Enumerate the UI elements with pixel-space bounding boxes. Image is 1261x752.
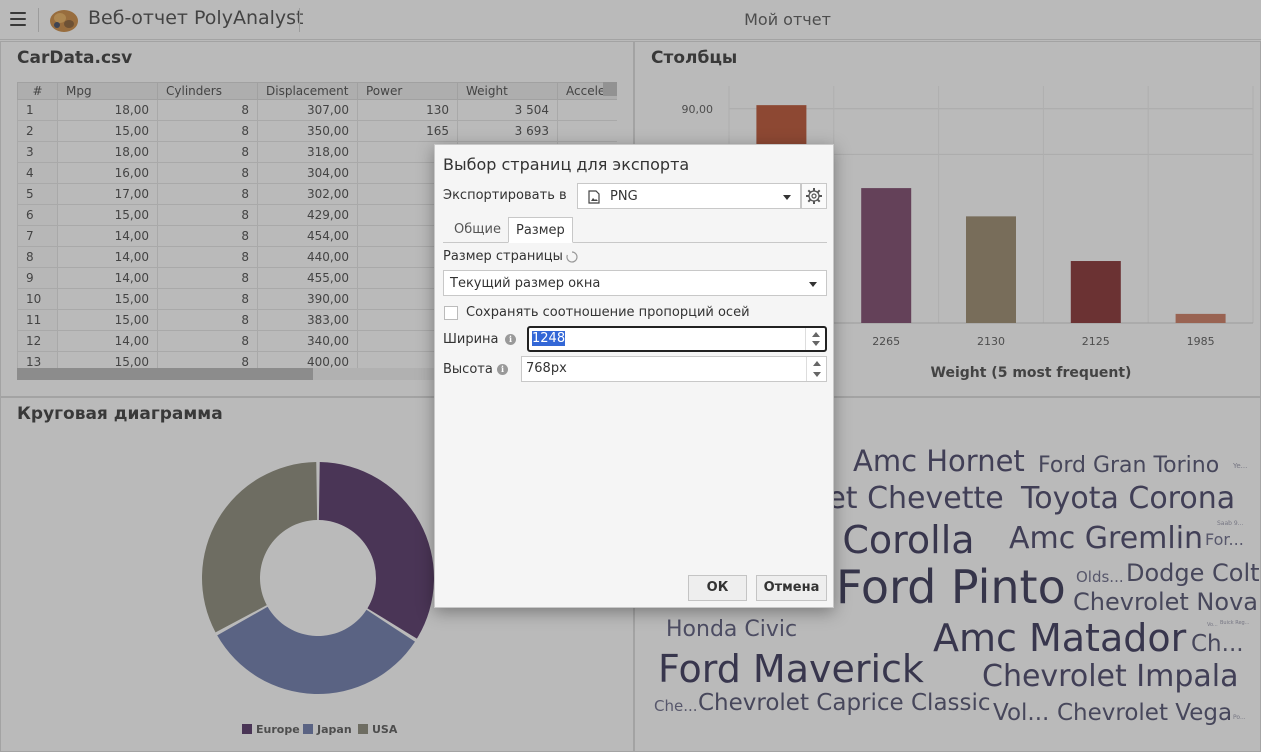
keep-ratio-checkbox[interactable]: [444, 306, 458, 320]
dialog-title: Выбор страниц для экспорта: [443, 155, 690, 174]
chevron-down-icon: [809, 282, 817, 287]
tab-size[interactable]: Размер: [508, 217, 573, 243]
image-file-icon: [588, 190, 600, 204]
height-input[interactable]: 768px: [521, 356, 827, 382]
export-format-value: PNG: [610, 189, 638, 204]
export-label: Экспортировать в: [443, 188, 567, 203]
info-icon[interactable]: i: [497, 364, 508, 375]
page-size-label: Размер страницы: [443, 249, 563, 264]
loading-spinner-icon: [566, 251, 578, 263]
page-size-value: Текущий размер окна: [450, 276, 601, 291]
info-icon[interactable]: i: [505, 334, 516, 345]
page-size-select[interactable]: Текущий размер окна: [443, 270, 827, 296]
gear-icon: [806, 188, 822, 204]
export-format-select[interactable]: PNG: [577, 183, 801, 209]
width-stepper[interactable]: [805, 328, 825, 350]
height-value: 768px: [526, 361, 567, 376]
chevron-down-icon: [783, 195, 791, 200]
keep-ratio-label: Сохранять соотношение пропорций осей: [466, 305, 750, 320]
tab-general[interactable]: Общие: [447, 217, 508, 243]
height-label: Высота: [443, 362, 493, 377]
export-dialog: Выбор страниц для экспорта Экспортироват…: [434, 144, 834, 608]
width-input[interactable]: 1248: [527, 326, 827, 352]
width-value: 1248: [532, 331, 566, 346]
cancel-button[interactable]: Отмена: [756, 575, 827, 601]
width-label: Ширина: [443, 332, 499, 347]
height-stepper[interactable]: [806, 357, 826, 381]
settings-button[interactable]: [801, 183, 827, 209]
ok-button[interactable]: ОК: [688, 575, 747, 601]
